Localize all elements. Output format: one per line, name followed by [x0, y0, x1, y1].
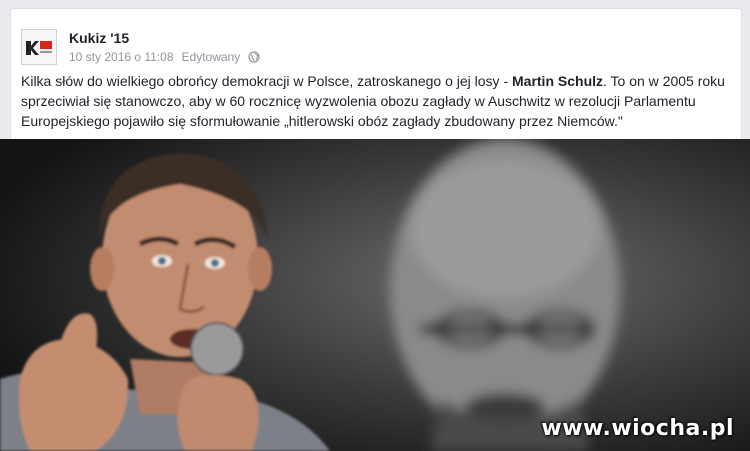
- kukiz-logo: [22, 30, 56, 64]
- page-name[interactable]: Kukiz '15: [69, 30, 129, 46]
- post-date[interactable]: 10 sty 2016 o 11:08: [69, 50, 174, 64]
- post-text-bold[interactable]: Martin Schulz: [512, 73, 603, 89]
- page: Kukiz '15 10 sty 2016 o 11:08 Edytowany …: [0, 0, 750, 451]
- post-meta: 10 sty 2016 o 11:08 Edytowany: [69, 50, 260, 64]
- post-photo[interactable]: www.wiocha.pl: [0, 139, 750, 451]
- photo-illustration: [0, 139, 750, 451]
- avatar[interactable]: [21, 29, 57, 65]
- watermark: www.wiocha.pl: [541, 416, 734, 441]
- post-text: Kilka słów do wielkiego obrońcy demokrac…: [21, 71, 726, 131]
- post-card: Kukiz '15 10 sty 2016 o 11:08 Edytowany …: [10, 8, 742, 141]
- edited-label[interactable]: Edytowany: [182, 50, 241, 64]
- post-text-part1: Kilka słów do wielkiego obrońcy demokrac…: [21, 73, 512, 89]
- globe-icon[interactable]: [248, 51, 260, 63]
